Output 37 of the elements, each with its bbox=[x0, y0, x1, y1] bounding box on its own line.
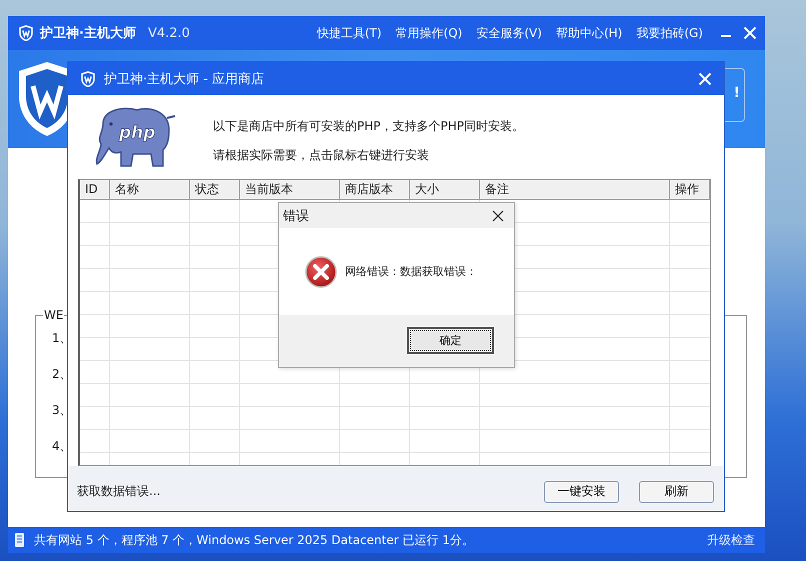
ok-button[interactable]: 确定 bbox=[407, 327, 494, 354]
intro-text: 以下是商店中所有可安装的PHP，支持多个PHP同时安装。 bbox=[213, 118, 524, 135]
menu-item[interactable]: 我要拍砖(G) bbox=[636, 24, 703, 42]
window-title: 护卫神·主机大师 - 应用商店 bbox=[104, 70, 264, 88]
column-header[interactable]: 名称 bbox=[110, 180, 190, 200]
close-icon[interactable] bbox=[492, 210, 504, 222]
menu-item[interactable]: 安全服务(V) bbox=[476, 24, 542, 42]
upgrade-link[interactable]: 升级检查 bbox=[707, 532, 755, 548]
group-title: WE bbox=[43, 308, 64, 322]
window-title: 护卫神·主机大师 bbox=[40, 24, 136, 42]
column-header[interactable]: 当前版本 bbox=[240, 180, 340, 200]
list-number: 3、 bbox=[52, 402, 70, 419]
status-text: 共有网站 5 个，程序池 7 个，Windows Server 2025 Datacenter 已运行 1分。 bbox=[34, 532, 474, 548]
error-message: 网络错误：数据获取错误： bbox=[345, 264, 477, 279]
column-header[interactable]: 操作 bbox=[670, 180, 710, 200]
column-header[interactable]: 大小 bbox=[410, 180, 480, 200]
shield-icon bbox=[80, 70, 96, 86]
intro-text: 请根据实际需要，点击鼠标右键进行安装 bbox=[213, 147, 430, 164]
list-number: 1、 bbox=[52, 330, 70, 347]
list-number: 4、 bbox=[52, 438, 70, 455]
menu-item[interactable]: 快捷工具(T) bbox=[316, 24, 382, 42]
server-icon bbox=[14, 532, 26, 548]
action-button[interactable]: 一键安装 bbox=[544, 480, 619, 502]
dialog-title: 错误 bbox=[283, 208, 309, 224]
error-icon bbox=[305, 256, 337, 288]
menu-item[interactable]: 帮助中心(H) bbox=[556, 24, 622, 42]
logo-text: php bbox=[119, 123, 156, 143]
menu-item[interactable]: 常用操作(Q) bbox=[396, 24, 462, 42]
shield-icon bbox=[18, 25, 34, 41]
column-header[interactable]: 状态 bbox=[190, 180, 240, 200]
status-text: 获取数据错误... bbox=[77, 483, 160, 500]
column-header[interactable]: 备注 bbox=[480, 180, 670, 200]
version-label: V4.2.0 bbox=[148, 26, 190, 40]
list-number: 2、 bbox=[52, 366, 70, 383]
action-button[interactable]: 刷新 bbox=[639, 480, 714, 502]
column-header[interactable]: ID bbox=[80, 180, 110, 200]
column-header[interactable]: 商店版本 bbox=[340, 180, 410, 200]
